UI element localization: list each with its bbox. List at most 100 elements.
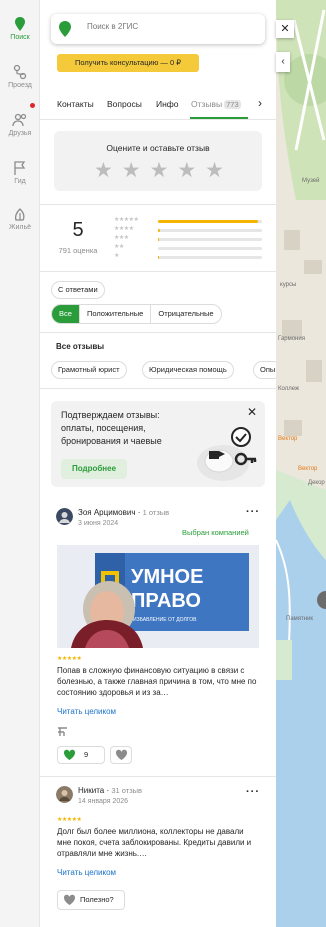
rail-label: Друзья [8,130,32,137]
distribution-bar-fill [158,229,161,232]
tab-info[interactable]: Инфо [156,99,179,109]
pin-icon [15,17,25,31]
map-label: Памятник [286,616,314,622]
rail-item-search[interactable]: Поиск [0,16,40,41]
rating-distribution-row: ★ [114,253,264,261]
active-tab-indicator [190,117,248,119]
distribution-bar [158,247,262,250]
read-more-link[interactable]: Читать целиком [57,707,116,716]
map-label: Музей [302,178,320,184]
review-author[interactable]: Зоя Арцимович · 1 отзыв [78,508,169,517]
more-options-icon[interactable]: ··· [246,506,260,518]
distribution-bar [158,238,262,241]
map-label: Коллеж [278,386,299,392]
divider [40,388,276,389]
star-icon[interactable]: ★ [122,160,141,181]
chosen-by-company-badge: Выбран компанией [182,528,249,537]
rail-item-route[interactable]: Проезд [0,64,40,89]
distribution-bar [158,229,262,232]
rating-summary: 5 791 оценка ★★★★★ ★★★★ ★★★ ★★ ★ [40,204,276,272]
route-icon [13,64,27,80]
close-icon[interactable]: ✕ [276,20,294,38]
filter-all[interactable]: Все [52,305,80,323]
avatar[interactable] [56,508,73,525]
rate-prompt: Оцените и оставьте отзыв ★ ★ ★ ★ ★ [54,131,262,191]
author-name: Зоя Арцимович [78,508,136,517]
map-label: Вектор [278,436,298,442]
distribution-bar-fill [158,256,160,259]
tag-chip[interactable]: Опы [253,361,276,379]
distribution-stars: ★★★ [114,235,129,241]
rail-item-guide[interactable]: Гид [0,160,40,185]
average-score: 5 [72,219,84,241]
distribution-stars: ★ [114,253,119,259]
rate-stars: ★ ★ ★ ★ ★ [94,160,224,181]
notification-dot [30,103,35,108]
tab-reviews-label: Отзывы [191,99,223,109]
avatar-image [56,508,73,525]
pin-icon [59,21,71,37]
search-bar[interactable] [51,14,265,44]
divider [40,776,276,777]
chevron-right-icon[interactable]: › [258,96,262,110]
map-label: курсы [280,282,297,288]
rating-distribution-row: ★★★ [114,235,264,243]
verified-illustration-icon [197,427,257,481]
like-count: 9 [84,750,89,759]
section-title: Все отзывы [56,342,105,351]
filter-positive[interactable]: Положительные [80,305,152,323]
filter-negative[interactable]: Отрицательные [151,305,220,323]
tab-contacts[interactable]: Контакты [57,99,94,109]
avatar[interactable] [56,786,73,803]
star-icon[interactable]: ★ [177,160,196,181]
sign-line-2: ПРАВО [131,590,201,612]
tag-chip[interactable]: Грамотный юрист [51,361,127,379]
promo-more-button[interactable]: Подробнее [61,459,127,479]
reviews-count-badge: 773 [224,100,241,109]
rail-item-housing[interactable]: Жильё [0,206,40,231]
review-author[interactable]: Никита · 31 отзыв [78,786,142,795]
rate-prompt-title: Оцените и оставьте отзыв [106,143,210,153]
distribution-bar [158,256,262,259]
place-panel: Получить консультацию — 0 ₽ Контакты Воп… [40,0,276,927]
heart-icon [63,894,76,905]
consult-button[interactable]: Получить консультацию — 0 ₽ [57,54,199,72]
useful-button[interactable]: Полезно? [57,890,125,910]
like-toggle-button[interactable] [110,746,132,764]
tab-questions[interactable]: Вопросы [107,99,142,109]
map-label: Гармония [278,336,305,342]
tab-bar: Контакты Вопросы Инфо Отзывы 773 › [40,92,276,120]
distribution-bar-fill [158,220,258,223]
author-name: Никита [78,786,105,795]
star-icon[interactable]: ★ [205,160,224,181]
author-review-count: 31 отзыв [111,786,143,795]
heart-icon [115,749,128,760]
map-tiles [276,0,326,927]
search-input[interactable] [87,22,247,31]
tab-reviews[interactable]: Отзывы 773 [191,99,241,109]
rail-label: Поиск [10,34,30,41]
sentiment-filter: Все Положительные Отрицательные [51,304,222,324]
more-options-icon[interactable]: ··· [246,786,260,798]
distribution-stars: ★★★★★ [114,217,139,223]
rail-label: Гид [14,178,26,185]
review-date: 3 июня 2024 [78,520,119,527]
map[interactable]: Музей курсы Гармония Коллеж Вектор Векто… [276,0,326,927]
company-reply-icon [58,727,67,736]
like-button[interactable]: 9 [57,746,105,764]
chevron-left-icon[interactable]: ‹ [276,52,290,72]
close-icon[interactable]: ✕ [247,405,257,419]
distribution-bar [158,220,262,223]
review-photo[interactable]: УМНОЕ ПРАВО ИЗБАВЛЕНИЕ ОТ ДОЛГОВ [57,545,259,648]
home-icon [14,208,25,221]
distribution-stars: ★★★★ [114,226,134,232]
star-icon[interactable]: ★ [150,160,169,181]
tag-chip[interactable]: Юридическая помощь [142,361,234,379]
map-label: Декор [308,480,325,486]
star-icon[interactable]: ★ [94,160,113,181]
rail-item-friends[interactable]: Друзья [0,112,40,137]
read-more-link[interactable]: Читать целиком [57,868,116,877]
distribution-bar-fill [158,238,160,241]
filter-with-answers[interactable]: С ответами [51,281,105,299]
sign-line-1: УМНОЕ [131,566,203,588]
